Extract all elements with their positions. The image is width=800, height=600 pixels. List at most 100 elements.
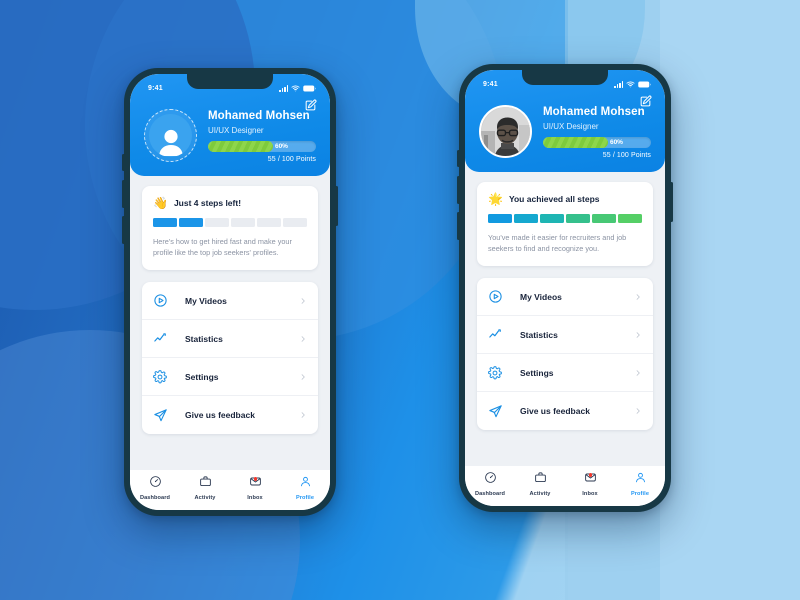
- menu-item-label: My Videos: [185, 295, 227, 306]
- briefcase-icon: [534, 471, 547, 489]
- menu-item-label: Give us feedback: [185, 410, 255, 420]
- avatar[interactable]: [144, 108, 197, 162]
- phone-button-volume-down[interactable]: [122, 216, 125, 244]
- phone-button-power[interactable]: [670, 182, 673, 222]
- phone-notch: [522, 70, 608, 85]
- menu-item-settings[interactable]: Settings: [477, 354, 653, 392]
- chevron-right-icon: [299, 406, 307, 424]
- phone-button-volume-up[interactable]: [122, 180, 125, 208]
- steps-card-title: You achieved all steps: [508, 194, 600, 204]
- chevron-right-icon: [299, 330, 307, 348]
- edit-profile-button[interactable]: [304, 99, 317, 112]
- steps-card-title: Just 4 steps left!: [173, 198, 242, 208]
- profile-role: UI/UX Designer: [208, 126, 264, 135]
- menu-item-give-us-feedback[interactable]: Give us feedback: [142, 396, 318, 434]
- menu-item-my-videos[interactable]: My Videos: [477, 278, 653, 316]
- menu-item-statistics[interactable]: Statistics: [477, 316, 653, 354]
- paper-plane-icon: [153, 408, 172, 423]
- avatar[interactable]: [479, 104, 532, 158]
- waving-hand-emoji: 👋: [153, 196, 168, 210]
- tab-label: Activity: [194, 495, 216, 501]
- briefcase-icon: [199, 475, 212, 493]
- profile-role: UI/UX Designer: [543, 122, 599, 131]
- play-circle-icon: [488, 289, 507, 304]
- person-icon: [634, 471, 647, 489]
- tab-inbox[interactable]: Inbox: [565, 466, 615, 502]
- steps-card: 🌟 You achieved all steps You've made it …: [477, 182, 653, 266]
- steps-card: 👋 Just 4 steps left! Here's how to get h…: [142, 186, 318, 270]
- screen-body: 👋 Just 4 steps left! Here's how to get h…: [130, 176, 330, 470]
- status-bar-icons: [614, 80, 651, 89]
- menu-item-label: Settings: [185, 371, 219, 382]
- phone-screen: 9:41 Mohamed Mohsen UI/UX Designer 60% 5…: [130, 74, 330, 510]
- menu-item-statistics[interactable]: Statistics: [142, 320, 318, 358]
- wifi-icon: [626, 80, 635, 89]
- glowing-star-emoji: 🌟: [488, 192, 503, 206]
- bottom-tab-bar: Dashboard Activity Inbox Profile: [465, 466, 665, 506]
- step-segment: [618, 214, 642, 223]
- tab-label: Dashboard: [139, 495, 171, 501]
- profile-progress: 60%: [208, 141, 316, 152]
- speedometer-icon: [149, 475, 162, 493]
- avatar-wrapper: [144, 108, 197, 162]
- tab-profile[interactable]: Profile: [280, 470, 330, 506]
- inbox-badge-dot: [253, 477, 257, 481]
- background-decoration: [0, 0, 800, 600]
- profile-info: Mohamed Mohsen UI/UX Designer 60% 55 / 1…: [543, 103, 651, 159]
- step-segment: [153, 218, 177, 227]
- status-bar-icons: [279, 84, 316, 93]
- menu-item-my-videos[interactable]: My Videos: [142, 282, 318, 320]
- step-segment: [566, 214, 590, 223]
- phone-button-volume-up[interactable]: [457, 176, 460, 204]
- gear-icon: [488, 365, 507, 380]
- menu-item-give-us-feedback[interactable]: Give us feedback: [477, 392, 653, 430]
- step-segment: [283, 218, 307, 227]
- phone-mockup-right: 9:41 Mohamed Mohsen UI/UX Designer 60% 5…: [457, 64, 673, 512]
- phone-screen: 9:41 Mohamed Mohsen UI/UX Designer 60% 5…: [465, 70, 665, 506]
- screen-body: 🌟 You achieved all steps You've made it …: [465, 172, 665, 466]
- progress-track: 60%: [543, 137, 651, 148]
- tab-inbox[interactable]: Inbox: [230, 470, 280, 506]
- profile-progress: 60%: [543, 137, 651, 148]
- tab-label: Dashboard: [474, 491, 506, 497]
- edit-profile-button[interactable]: [639, 95, 652, 108]
- phone-button-mute[interactable]: [457, 150, 460, 167]
- progress-fill: [208, 141, 273, 152]
- phone-button-power[interactable]: [335, 186, 338, 226]
- steps-card-header: 🌟 You achieved all steps: [488, 193, 642, 205]
- step-segment: [540, 214, 564, 223]
- person-silhouette-icon: [149, 113, 192, 157]
- chevron-right-icon: [634, 364, 642, 382]
- play-circle-icon: [153, 293, 172, 308]
- phone-mockup-left: 9:41 Mohamed Mohsen UI/UX Designer 60% 5…: [122, 68, 338, 516]
- points-label: 55 / 100 Points: [602, 152, 651, 159]
- tab-label: Inbox: [582, 491, 598, 497]
- menu-item-label: Settings: [520, 367, 554, 378]
- steps-progress-bar: [488, 214, 642, 223]
- steps-progress-bar: [153, 218, 307, 227]
- user-photo-graphic: [481, 106, 530, 156]
- tab-activity[interactable]: Activity: [180, 470, 230, 506]
- step-segment: [205, 218, 229, 227]
- tab-label: Profile: [630, 491, 650, 497]
- menu-item-label: Statistics: [520, 329, 558, 340]
- wifi-icon: [291, 84, 300, 93]
- phone-button-volume-down[interactable]: [457, 212, 460, 240]
- phone-button-mute[interactable]: [122, 154, 125, 171]
- tab-profile[interactable]: Profile: [615, 466, 665, 502]
- signal-bars-icon: [279, 85, 288, 92]
- profile-summary: Mohamed Mohsen UI/UX Designer 60% 55 / 1…: [479, 103, 651, 159]
- tab-activity[interactable]: Activity: [515, 466, 565, 502]
- tab-label: Profile: [295, 495, 315, 501]
- tab-dashboard[interactable]: Dashboard: [465, 466, 515, 502]
- tab-dashboard[interactable]: Dashboard: [130, 470, 180, 506]
- profile-header: 9:41 Mohamed Mohsen UI/UX Designer 60% 5…: [130, 74, 330, 176]
- menu-item-label: Statistics: [185, 333, 223, 344]
- chevron-right-icon: [299, 292, 307, 310]
- profile-header: 9:41 Mohamed Mohsen UI/UX Designer 60% 5…: [465, 70, 665, 172]
- step-segment: [179, 218, 203, 227]
- menu-item-settings[interactable]: Settings: [142, 358, 318, 396]
- chevron-right-icon: [299, 368, 307, 386]
- step-segment: [592, 214, 616, 223]
- battery-icon: [638, 81, 651, 88]
